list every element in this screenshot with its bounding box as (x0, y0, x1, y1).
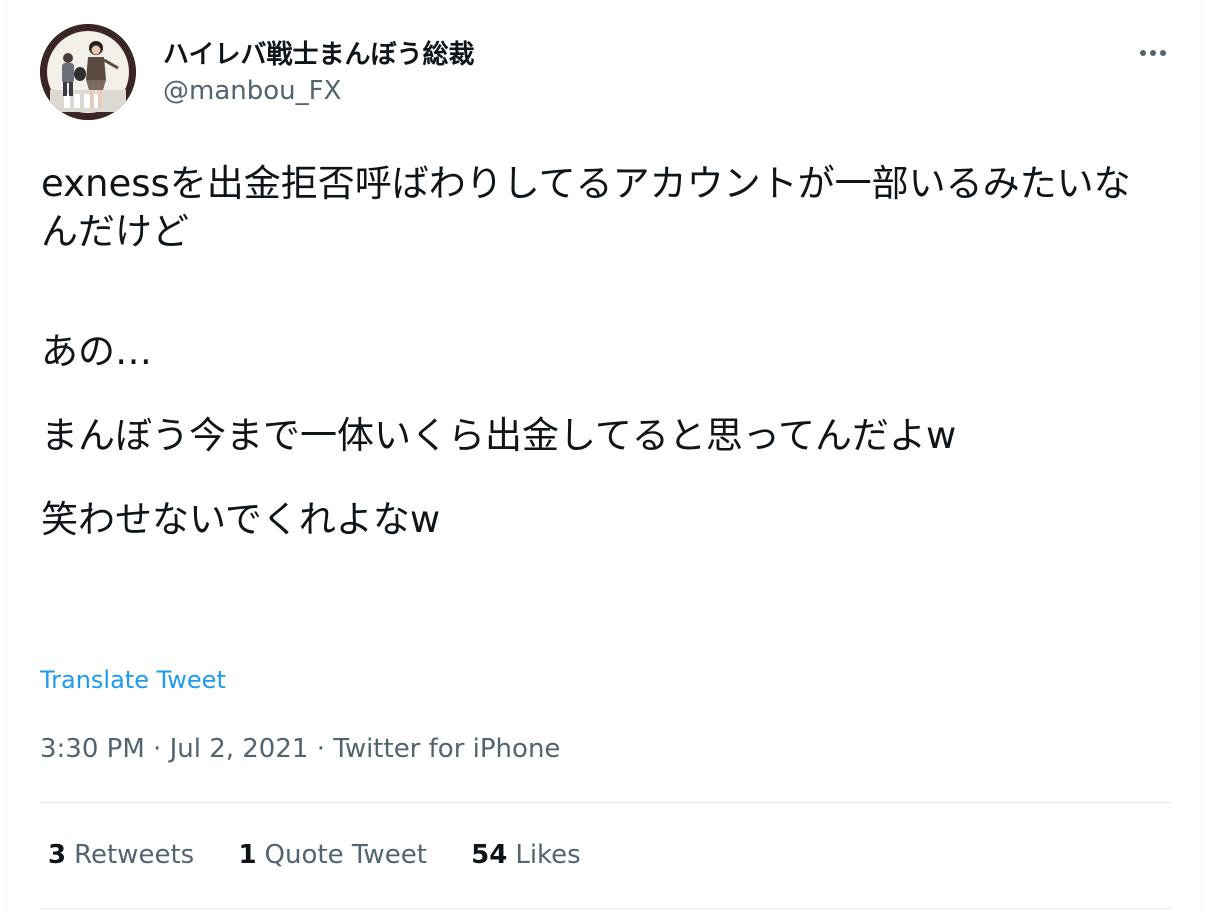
quote-tweets-count: 1 (238, 840, 257, 870)
tweet-paragraph: まんぼう今まで一体いくら出金してると思ってんだよw (41, 414, 957, 457)
tweet-paragraph: exnessを出金拒否呼ばわりしてるアカウントが一部いるみたいなんだけど (41, 162, 1131, 253)
retweets-stat[interactable]: 3 Retweets (48, 840, 194, 870)
author-avatar[interactable] (40, 24, 136, 120)
author-display-name[interactable]: ハイレバ戦士まんぼう総裁 (163, 34, 474, 71)
quote-tweets-label: Quote Tweet (264, 840, 427, 870)
tweet-date[interactable]: Jul 2, 2021 (170, 734, 309, 764)
tweet-text: exnessを出金拒否呼ばわりしてるアカウントが一部いるみたいなんだけど あの…… (41, 160, 1161, 544)
avatar-image (40, 24, 136, 120)
likes-label: Likes (515, 840, 581, 870)
quote-tweets-stat[interactable]: 1 Quote Tweet (238, 840, 426, 870)
likes-stat[interactable]: 54 Likes (471, 840, 581, 870)
tweet-stats: 3 Retweets 1 Quote Tweet 54 Likes (48, 840, 617, 870)
likes-count: 54 (471, 840, 508, 870)
retweets-label: Retweets (74, 840, 195, 870)
tweet-metadata: 3:30 PM · Jul 2, 2021 · Twitter for iPho… (40, 734, 560, 764)
divider (40, 802, 1172, 803)
more-options-button[interactable] (1133, 32, 1173, 72)
retweets-count: 3 (48, 840, 67, 870)
translate-tweet-link[interactable]: Translate Tweet (40, 666, 226, 694)
tweet-paragraph: あの… (41, 330, 152, 373)
more-horizontal-icon (1140, 50, 1166, 56)
tweet-time[interactable]: 3:30 PM (40, 734, 145, 764)
meta-separator: · (308, 734, 334, 764)
divider (40, 908, 1172, 909)
author-handle[interactable]: @manbou_FX (163, 76, 341, 106)
meta-separator: · (144, 734, 170, 764)
tweet-card: ハイレバ戦士まんぼう総裁 @manbou_FX exnessを出金拒否呼ばわりし… (6, 0, 1202, 912)
tweet-paragraph: 笑わせないでくれよなw (41, 498, 441, 541)
tweet-source[interactable]: Twitter for iPhone (333, 734, 560, 764)
